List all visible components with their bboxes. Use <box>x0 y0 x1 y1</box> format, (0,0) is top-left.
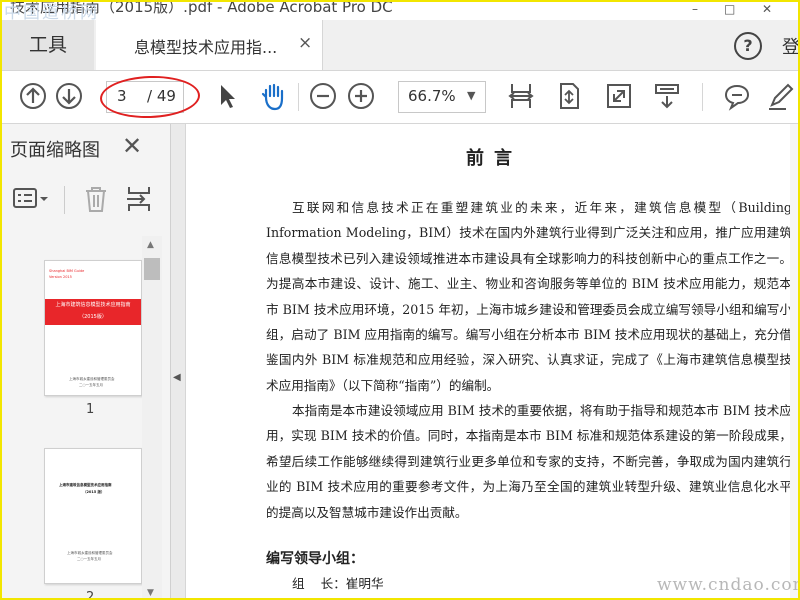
thumbnail-page-number: 1 <box>86 402 95 417</box>
thumbnail-scrollbar[interactable]: ▲ ▼ <box>142 236 162 598</box>
zoom-value: 66.7% <box>408 87 456 105</box>
page-thumbnail-1[interactable]: Shanghai BIM Guide Version 2015 上海市建筑信息模… <box>44 260 142 396</box>
close-icon[interactable]: ✕ <box>122 132 142 160</box>
panel-separator <box>64 186 65 214</box>
thumb-bottom-line: 二○一五年五月 <box>79 383 104 387</box>
document-paragraph-1: 互联网和信息技术正在重塑建筑业的未来，近年来，建筑信息模型（Building I… <box>266 200 792 393</box>
hand-tool-icon[interactable] <box>258 81 288 111</box>
chevron-down-icon: ▼ <box>467 89 476 102</box>
thumb-band-line: 上海市建筑信息模型技术应用指南 <box>55 302 131 308</box>
thumb-top-line: Version 2015 <box>49 275 72 279</box>
tab-tools[interactable]: 工具 <box>2 20 94 70</box>
thumb-bottom-line: 二○一五年五月 <box>77 557 102 561</box>
highlight-pen-icon[interactable] <box>766 81 796 111</box>
minimize-button[interactable]: – <box>692 2 698 16</box>
next-page-icon[interactable] <box>54 81 84 111</box>
thumbnail-page-number: 2 <box>86 590 95 600</box>
zoom-in-icon[interactable] <box>346 81 376 111</box>
scroll-up-icon[interactable]: ▲ <box>147 240 154 250</box>
full-screen-icon[interactable] <box>604 81 634 111</box>
tab-bar: 工具 息模型技术应用指... × ? 登 <box>2 20 798 71</box>
chevron-left-icon: ◀ <box>173 372 181 383</box>
panel-toolbar <box>2 178 170 222</box>
page-thumbnail-2[interactable]: 上海市建筑信息模型技术应用指南 （2015 版） 上海市城乡建设和管理委员会 二… <box>44 448 142 584</box>
thumbnail-list: Shanghai BIM Guide Version 2015 上海市建筑信息模… <box>2 236 164 600</box>
previous-page-icon[interactable] <box>18 81 48 111</box>
thumb-band-line: （2015版） <box>79 314 107 320</box>
scrollbar-thumb[interactable] <box>144 258 160 280</box>
document-leader-line: 组 长：崔明华 <box>292 576 384 591</box>
scroll-mode-icon[interactable] <box>554 81 584 111</box>
thumb-title-line: （2015 版） <box>83 490 105 494</box>
thumbnail-options-icon[interactable] <box>12 186 52 212</box>
thumb-title-line: 上海市建筑信息模型技术应用指南 <box>59 483 112 487</box>
fit-width-icon[interactable] <box>506 81 536 111</box>
document-scrollbar[interactable] <box>790 124 798 598</box>
main-toolbar: 3 / 49 66.7% ▼ <box>2 71 798 124</box>
thumb-bottom-line: 上海市城乡建设和管理委员会 <box>69 377 115 381</box>
footer-watermark: www.cndao.com <box>657 575 800 595</box>
insert-page-icon[interactable] <box>124 184 154 214</box>
tab-document-label: 息模型技术应用指... <box>134 38 278 57</box>
delete-page-icon[interactable] <box>82 184 110 214</box>
thumb-bottom-line: 上海市城乡建设和管理委员会 <box>67 551 113 555</box>
document-heading: 前言 <box>466 148 522 169</box>
sign-in-link[interactable]: 登 <box>782 33 798 59</box>
document-subheading: 编写领导小组： <box>266 551 364 567</box>
select-arrow-icon[interactable] <box>212 81 242 111</box>
site-watermark: 中国道桥网 <box>4 3 99 20</box>
tab-document[interactable]: 息模型技术应用指... × <box>96 20 323 70</box>
toolbar-separator <box>702 83 703 111</box>
zoom-level-select[interactable]: 66.7% ▼ <box>398 81 486 113</box>
panel-collapse-handle[interactable]: ◀ <box>171 124 186 598</box>
scroll-down-icon[interactable]: ▼ <box>147 588 154 598</box>
toolbar-separator <box>298 83 299 111</box>
comment-icon[interactable] <box>722 81 752 111</box>
thumb-cover-band: 上海市建筑信息模型技术应用指南 （2015版） <box>45 299 141 325</box>
help-icon[interactable]: ? <box>734 32 762 60</box>
document-view: 前言 互联网和信息技术正在重塑建筑业的未来，近年来，建筑信息模型（Buildin… <box>186 124 798 598</box>
panel-title: 页面缩略图 <box>10 140 100 161</box>
page-thumbnails-panel: 页面缩略图 ✕ Shanghai BIM Guide Version 2015 <box>2 124 171 600</box>
screenshot-frame: 技术应用指南（2015版）.pdf - Adobe Acrobat Pro DC… <box>0 0 800 600</box>
zoom-out-icon[interactable] <box>308 81 338 111</box>
maximize-button[interactable]: □ <box>724 2 735 16</box>
close-window-button[interactable]: ✕ <box>762 2 772 16</box>
window-title-bar: 技术应用指南（2015版）.pdf - Adobe Acrobat Pro DC… <box>2 2 798 20</box>
tab-close-icon[interactable]: × <box>298 33 312 53</box>
thumb-top-line: Shanghai BIM Guide <box>49 269 85 273</box>
read-mode-icon[interactable] <box>652 81 682 111</box>
document-paragraph-2: 本指南是本市建设领域应用 BIM 技术的重要依据，将有助于指导和规范本市 BIM… <box>266 403 792 520</box>
